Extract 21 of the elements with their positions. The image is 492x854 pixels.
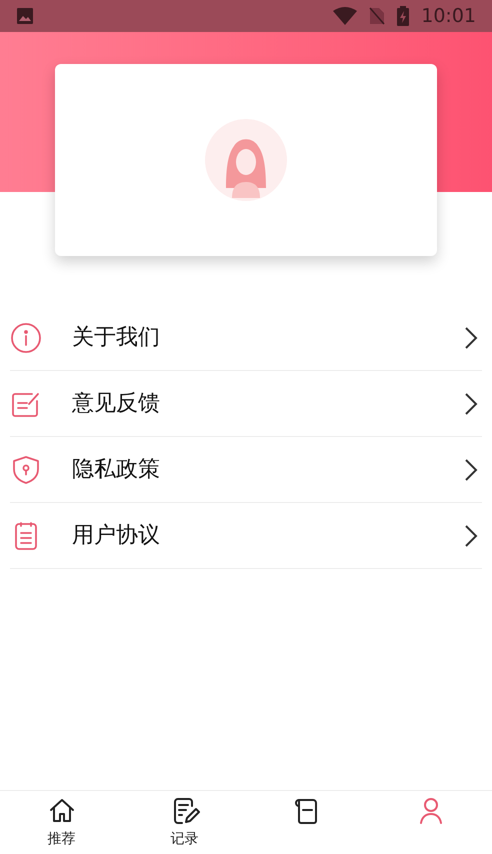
chevron-right-icon [464,458,478,482]
no-sim-icon [369,7,386,25]
menu-item[interactable]: 意见反馈 [10,371,482,437]
menu-label: 关于我们 [72,324,161,352]
chevron-right-icon [464,524,478,548]
chevron-right-icon [464,326,478,350]
chevron-right-icon [464,392,478,416]
info-icon [10,322,42,354]
wifi-icon [333,7,358,25]
battery-icon [397,6,410,26]
shield-icon [10,454,42,486]
menu-label: 隐私政策 [72,456,161,484]
menu-item[interactable]: 用户协议 [10,503,482,569]
menu-label: 用户协议 [72,522,161,550]
nav-tab[interactable]: 记录 [123,791,246,854]
menu-item[interactable]: 关于我们 [10,305,482,371]
menu-label: 意见反馈 [72,390,161,418]
image-icon [16,7,34,25]
menu-item[interactable]: 隐私政策 [10,437,482,503]
nav-tab[interactable]: 推荐 [0,791,123,854]
status-time: 10:01 [421,4,476,29]
